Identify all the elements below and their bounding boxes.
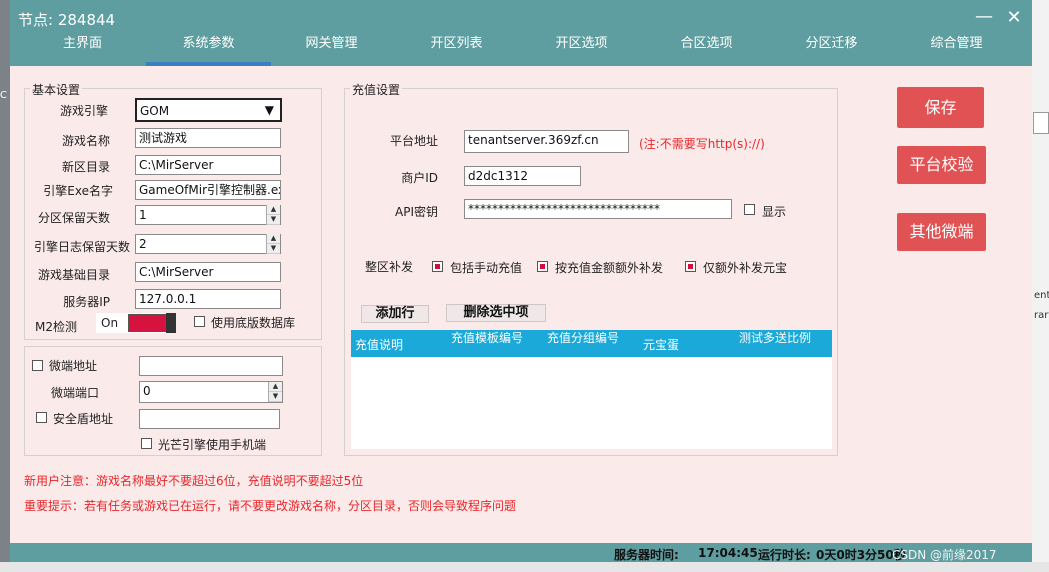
include-manual-checkbox[interactable] <box>432 261 443 272</box>
save-button[interactable]: 保存 <box>897 87 984 128</box>
column-header[interactable]: 元宝蛋 <box>643 339 703 351</box>
log-days-spin[interactable]: ▲ ▼ <box>266 234 280 254</box>
shield-addr-label: 安全盾地址 <box>53 412 114 426</box>
other-micro-button[interactable]: 其他微端 <box>897 213 986 251</box>
m2-toggle-knob[interactable] <box>166 313 176 333</box>
micro-port-spin[interactable]: ▲ ▼ <box>268 382 282 402</box>
log-days-label: 引擎日志保留天数 <box>33 240 130 254</box>
extra-ingot-only-label: 仅额外补发元宝 <box>703 261 788 275</box>
include-manual-label: 包括手动充值 <box>450 261 523 275</box>
basic-settings-title: 基本设置 <box>30 81 83 98</box>
extra-by-amount-label: 按充值金额额外补发 <box>555 261 664 275</box>
micro-addr-label: 微端地址 <box>49 359 98 373</box>
game-name-input[interactable]: 测试游戏 <box>135 128 281 148</box>
show-key-label: 显示 <box>762 205 787 219</box>
reissue-label: 整区补发 <box>365 260 414 274</box>
show-key-checkbox[interactable] <box>744 204 755 215</box>
mobile-client-label: 光芒引擎使用手机端 <box>158 438 267 452</box>
game-name-label: 游戏名称 <box>61 134 110 148</box>
background-fragment: C <box>0 90 7 101</box>
engine-label: 游戏引擎 <box>59 104 108 118</box>
tab-system-params[interactable]: 系统参数 <box>146 34 271 66</box>
important-note: 重要提示：若有任务或游戏已在运行，请不要更改游戏名称，分区目录，否则会导致程序问… <box>24 499 517 513</box>
micro-port-value: 0 <box>143 384 151 398</box>
minimize-icon[interactable]: — <box>972 8 996 28</box>
micro-port-stepper[interactable]: 0 <box>139 381 283 403</box>
tab-main[interactable]: 主界面 <box>20 34 145 64</box>
extra-ingot-only-checkbox[interactable] <box>685 261 696 272</box>
bottom-db-label: 使用底版数据库 <box>211 316 296 330</box>
keep-days-value: 1 <box>139 208 147 222</box>
keep-days-stepper[interactable]: 1 <box>135 205 281 225</box>
background-app-right: ent rary <box>1032 0 1049 572</box>
title-bar: 节点: 284844 — ✕ 主界面 系统参数 网关管理 开区列表 开区选项 合… <box>10 0 1032 66</box>
server-ip-input[interactable]: 127.0.0.1 <box>135 289 281 309</box>
exe-name-input[interactable]: GameOfMir引擎控制器.exe <box>135 180 281 200</box>
base-dir-input[interactable]: C:\MirServer <box>135 262 281 282</box>
m2-toggle-label: On <box>101 316 119 330</box>
micro-port-label: 微端端口 <box>50 386 99 400</box>
keep-days-spin[interactable]: ▲ ▼ <box>266 205 280 225</box>
engine-select[interactable]: GOM ▼ <box>135 98 282 122</box>
platform-verify-button[interactable]: 平台校验 <box>897 146 986 184</box>
exe-name-label: 引擎Exe名字 <box>43 184 113 198</box>
main-window: 节点: 284844 — ✕ 主界面 系统参数 网关管理 开区列表 开区选项 合… <box>10 0 1032 562</box>
platform-addr-note: (注:不需要写http(s)://) <box>639 137 765 151</box>
m2-toggle[interactable]: On <box>96 313 176 333</box>
new-user-note: 新用户注意：游戏名称最好不要超过6位，充值说明不要超过5位 <box>24 474 364 488</box>
api-key-label: API密钥 <box>395 205 438 219</box>
recharge-table-header: 充值说明 充值模板编号 充值分组编号 元宝蛋 测试多送比例 <box>351 330 832 357</box>
column-header[interactable]: 充值说明 <box>355 339 435 351</box>
log-days-value: 2 <box>139 237 147 251</box>
tab-server-options[interactable]: 开区选项 <box>519 34 644 64</box>
m2-check-label: M2检测 <box>35 320 77 334</box>
watermark: CSDN @前缘2017 <box>892 548 997 562</box>
recharge-table-body[interactable] <box>351 357 832 449</box>
background-app-bottom <box>0 562 1049 572</box>
base-dir-label: 游戏基础目录 <box>37 268 110 282</box>
mobile-client-checkbox[interactable] <box>141 438 152 449</box>
uptime-label: 运行时长: <box>758 548 811 562</box>
merchant-id-label: 商户ID <box>401 171 438 185</box>
merchant-id-input[interactable]: d2dc1312 <box>464 166 581 186</box>
engine-select-value: GOM <box>140 104 170 118</box>
delete-selected-button[interactable]: 删除选中项 <box>446 304 546 322</box>
micro-addr-checkbox[interactable] <box>32 360 43 371</box>
extra-by-amount-checkbox[interactable] <box>537 261 548 272</box>
server-time-value: 17:04:45 <box>698 546 758 560</box>
shield-addr-checkbox[interactable] <box>36 412 47 423</box>
server-time-label: 服务器时间: <box>614 548 679 562</box>
column-header[interactable]: 测试多送比例 <box>739 332 811 344</box>
keep-days-label: 分区保留天数 <box>37 211 110 225</box>
bottom-db-checkbox[interactable] <box>194 316 205 327</box>
log-days-stepper[interactable]: 2 <box>135 234 281 254</box>
tab-merge-options[interactable]: 合区选项 <box>644 34 769 64</box>
shield-addr-input[interactable] <box>139 409 280 429</box>
micro-addr-input[interactable] <box>139 356 283 376</box>
platform-addr-label: 平台地址 <box>389 134 438 148</box>
column-header[interactable]: 充值模板编号 <box>451 332 523 344</box>
tab-gateway[interactable]: 网关管理 <box>269 34 394 64</box>
api-key-input[interactable]: ******************************** <box>464 199 732 219</box>
tab-migration[interactable]: 分区迁移 <box>769 34 894 64</box>
add-row-button[interactable]: 添加行 <box>361 305 429 323</box>
tab-server-list[interactable]: 开区列表 <box>394 34 519 64</box>
background-text: ent <box>1034 290 1049 301</box>
status-bar: 服务器时间: 17:04:45 运行时长: 0天0时3分50秒 CSDN @前缘… <box>10 543 1032 562</box>
platform-addr-input[interactable]: tenantserver.369zf.cn <box>464 130 629 153</box>
m2-toggle-track <box>128 314 166 332</box>
background-widget <box>1033 112 1049 134</box>
recharge-settings-title: 充值设置 <box>350 81 403 98</box>
server-ip-label: 服务器IP <box>63 295 110 309</box>
chevron-down-icon: ▼ <box>264 103 274 117</box>
column-header[interactable]: 充值分组编号 <box>547 332 619 344</box>
background-app-left: C <box>0 0 10 572</box>
close-icon[interactable]: ✕ <box>1002 6 1026 30</box>
window-title: 节点: 284844 <box>18 11 116 29</box>
tab-general[interactable]: 综合管理 <box>894 34 1019 64</box>
background-text: rary <box>1034 310 1049 321</box>
new-dir-label: 新区目录 <box>61 160 110 174</box>
new-dir-input[interactable]: C:\MirServer <box>135 155 281 175</box>
